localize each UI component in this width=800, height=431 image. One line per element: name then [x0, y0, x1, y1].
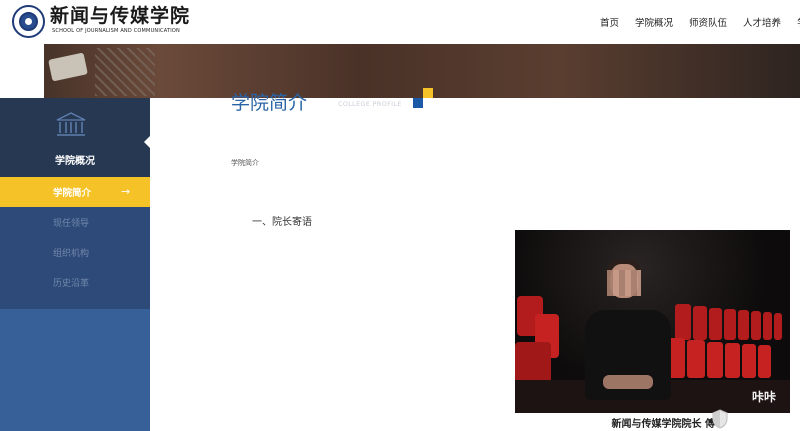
- logo-chinese-name[interactable]: 新闻与传媒学院: [50, 6, 190, 26]
- page-title: 学院简介: [231, 92, 308, 114]
- nav-talent[interactable]: 人才培养: [743, 15, 781, 29]
- decor-square-blue: [413, 98, 423, 108]
- nav-overview[interactable]: 学院概况: [635, 15, 673, 29]
- page-subtitle: COLLEGE PROFILE: [338, 100, 402, 108]
- logo-english-name: SCHOOL OF JOURNALISM AND COMMUNICATION: [52, 28, 180, 34]
- building-icon: [56, 112, 86, 136]
- breadcrumb[interactable]: 学院简介: [231, 158, 259, 168]
- video-watermark: 咔咔: [752, 390, 777, 404]
- header-banner-image: [0, 44, 800, 98]
- top-nav: 首页 学院概况 师资队伍 人才培养 学: [600, 0, 800, 44]
- section-heading: 一、院长寄语: [252, 217, 312, 228]
- sidebar-header: 学院概况: [0, 98, 150, 177]
- sidebar-item-current-leaders[interactable]: 现任领导: [53, 216, 89, 229]
- shield-icon: [712, 409, 728, 429]
- sidebar-item-label: 学院简介: [53, 188, 92, 199]
- nav-home[interactable]: 首页: [600, 15, 619, 29]
- sidebar-pointer: [144, 136, 150, 148]
- sidebar-item-organization[interactable]: 组织机构: [53, 246, 89, 259]
- arrow-right-icon: →: [121, 185, 131, 198]
- site-header: 新闻与传媒学院 SCHOOL OF JOURNALISM AND COMMUNI…: [0, 0, 800, 44]
- decor-square-yellow: [423, 88, 433, 98]
- dean-video-player[interactable]: 咔咔: [515, 230, 790, 413]
- nav-faculty[interactable]: 师资队伍: [689, 15, 727, 29]
- sidebar-menu: 现任领导 组织机构 历史沿革: [0, 207, 150, 309]
- school-seal-logo[interactable]: [12, 5, 45, 38]
- sidebar-footer-area: [0, 309, 150, 431]
- face-mosaic: [607, 270, 641, 296]
- sidebar-item-college-intro[interactable]: 学院简介 →: [0, 177, 150, 207]
- video-caption: 新闻与传媒学院院长 傅: [611, 419, 715, 430]
- sidebar-item-history[interactable]: 历史沿革: [53, 276, 89, 289]
- sidebar-title: 学院概况: [55, 156, 95, 167]
